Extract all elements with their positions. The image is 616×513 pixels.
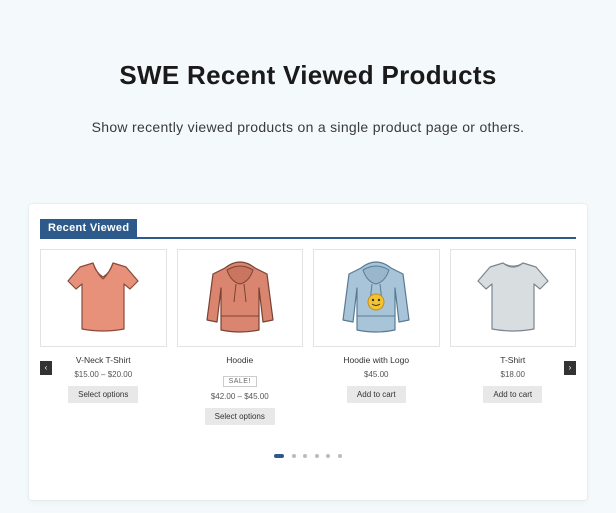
product-name: T-Shirt <box>450 355 577 365</box>
tshirt-icon <box>468 259 558 337</box>
product-card[interactable]: Hoodie with Logo $45.00 Add to cart <box>313 249 440 425</box>
products-row: V-Neck T-Shirt $15.00 – $20.00 Select op… <box>40 249 576 425</box>
product-thumbnail[interactable] <box>450 249 577 347</box>
product-carousel: V-Neck T-Shirt $15.00 – $20.00 Select op… <box>40 249 576 463</box>
product-card[interactable]: V-Neck T-Shirt $15.00 – $20.00 Select op… <box>40 249 167 425</box>
hoodie-logo-icon <box>333 258 419 338</box>
pagination-dot[interactable] <box>338 454 342 458</box>
product-price: $42.00 – $45.00 <box>177 392 304 401</box>
add-to-cart-button[interactable]: Add to cart <box>483 386 542 403</box>
chevron-right-icon: › <box>569 364 572 372</box>
carousel-next-button[interactable]: › <box>564 361 576 375</box>
vneck-tshirt-icon <box>58 259 148 337</box>
chevron-left-icon: ‹ <box>45 364 48 372</box>
hoodie-icon <box>197 258 283 338</box>
product-price: $15.00 – $20.00 <box>40 370 167 379</box>
product-price: $18.00 <box>450 370 577 379</box>
product-card[interactable]: Hoodie SALE! $42.00 – $45.00 Select opti… <box>177 249 304 425</box>
product-name: V-Neck T-Shirt <box>40 355 167 365</box>
product-thumbnail[interactable] <box>313 249 440 347</box>
sale-badge: SALE! <box>223 376 257 387</box>
product-card[interactable]: T-Shirt $18.00 Add to cart <box>450 249 577 425</box>
page-title: SWE Recent Viewed Products <box>0 0 616 91</box>
recent-viewed-widget: Recent Viewed V-Neck T-Shirt $15.00 – $2… <box>29 204 587 500</box>
pagination-dot[interactable] <box>303 454 307 458</box>
pagination-dot[interactable] <box>292 454 296 458</box>
pagination-dot[interactable] <box>315 454 319 458</box>
section-heading: Recent Viewed <box>40 218 576 239</box>
page-description: Show recently viewed products on a singl… <box>0 119 616 135</box>
section-label: Recent Viewed <box>40 219 137 237</box>
product-price: $45.00 <box>313 370 440 379</box>
product-name: Hoodie <box>177 355 304 365</box>
add-to-cart-button[interactable]: Add to cart <box>347 386 406 403</box>
select-options-button[interactable]: Select options <box>68 386 138 403</box>
product-thumbnail[interactable] <box>177 249 304 347</box>
product-thumbnail[interactable] <box>40 249 167 347</box>
pagination-dot[interactable] <box>274 454 284 458</box>
pagination-dot[interactable] <box>326 454 330 458</box>
carousel-prev-button[interactable]: ‹ <box>40 361 52 375</box>
carousel-pagination <box>40 445 576 463</box>
product-name: Hoodie with Logo <box>313 355 440 365</box>
select-options-button[interactable]: Select options <box>205 408 275 425</box>
